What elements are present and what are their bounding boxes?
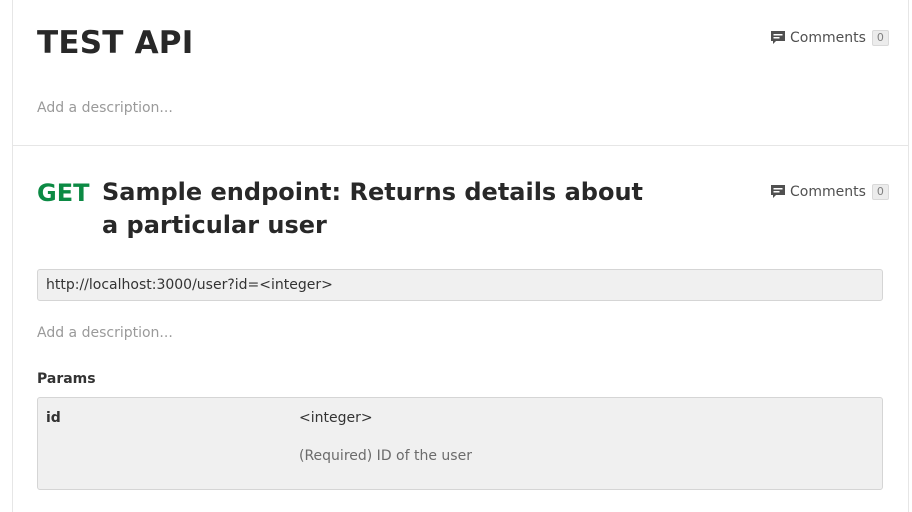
- request-url: http://localhost:3000/user?id=<integer>: [46, 277, 333, 293]
- left-divider: [12, 0, 13, 512]
- param-description: (Required) ID of the user: [299, 448, 472, 464]
- comments-label: Comments: [790, 184, 866, 200]
- param-type: <integer>: [299, 410, 373, 426]
- collection-comments-button[interactable]: Comments 0: [770, 28, 889, 48]
- section-divider: [13, 145, 908, 146]
- param-key: id: [46, 410, 61, 426]
- right-divider: [908, 0, 909, 512]
- documentation-page: TEST API Comments 0 Add a description...…: [0, 0, 912, 512]
- comments-count-badge: 0: [871, 184, 889, 200]
- collection-title: TEST API: [37, 25, 194, 61]
- request-url-box[interactable]: http://localhost:3000/user?id=<integer>: [37, 269, 883, 301]
- params-table: id <integer> (Required) ID of the user: [37, 397, 883, 490]
- collection-description-placeholder[interactable]: Add a description...: [37, 99, 173, 117]
- comments-count-badge: 0: [871, 30, 889, 46]
- request-name: Sample endpoint: Returns details about a…: [102, 178, 643, 239]
- comment-icon: [770, 30, 786, 46]
- comment-icon: [770, 184, 786, 200]
- request-method-label: GET: [37, 179, 90, 207]
- comments-label: Comments: [790, 30, 866, 46]
- params-heading: Params: [37, 371, 96, 387]
- request-description-placeholder[interactable]: Add a description...: [37, 324, 173, 342]
- request-comments-button[interactable]: Comments 0: [770, 182, 889, 202]
